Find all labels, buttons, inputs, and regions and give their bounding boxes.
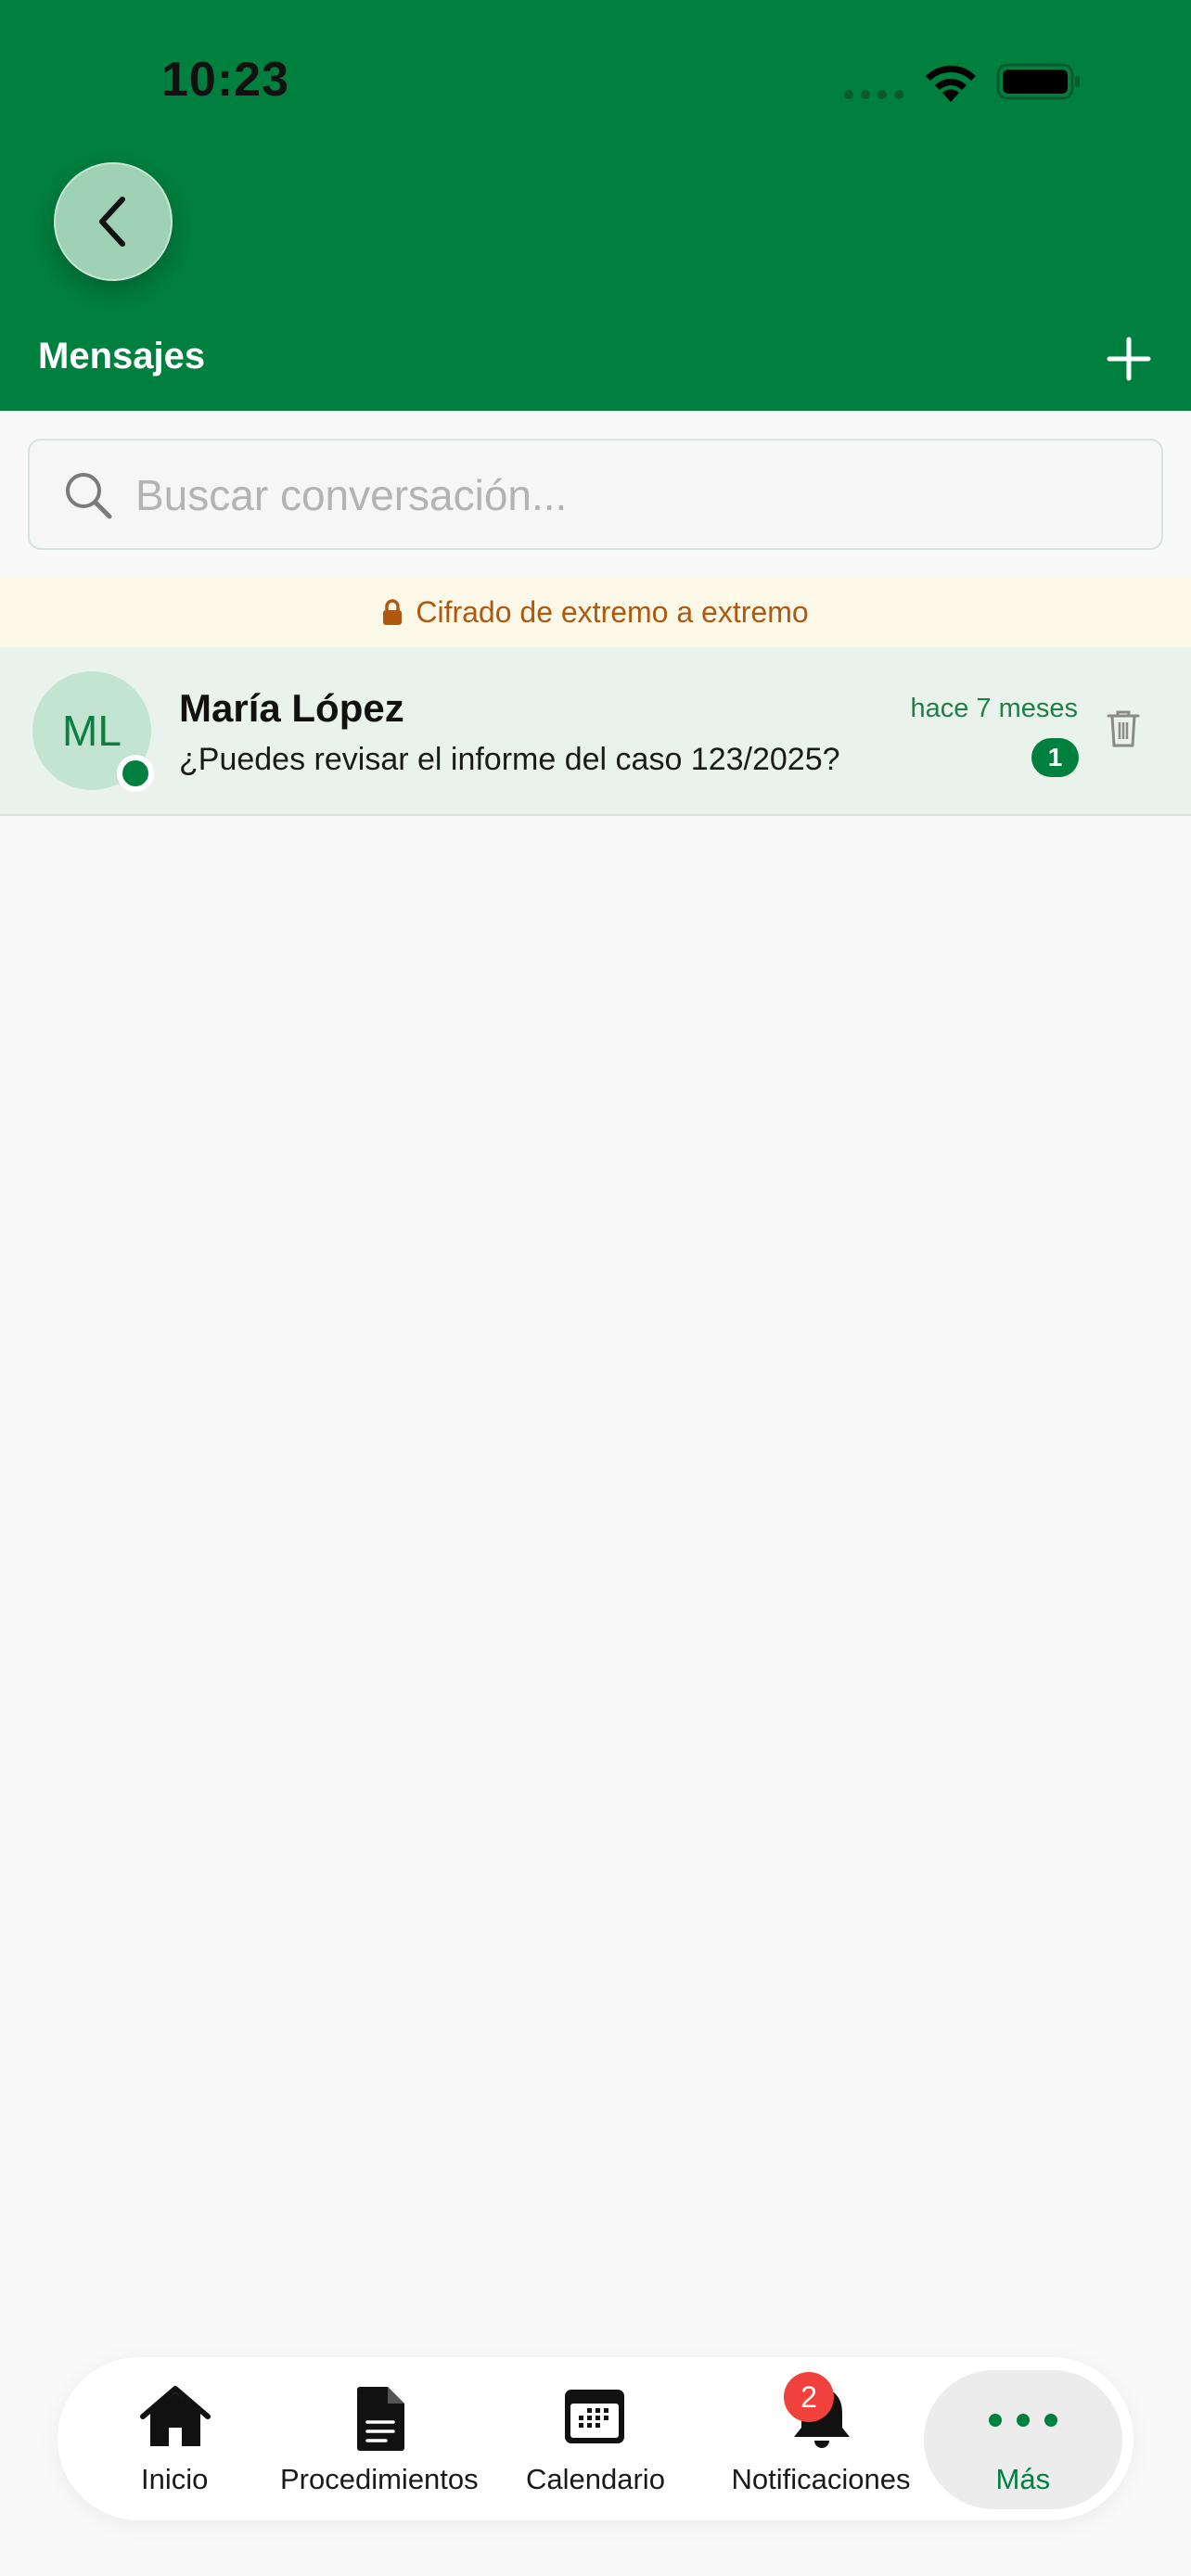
document-icon [357, 2387, 404, 2451]
status-time: 10:23 [161, 53, 289, 107]
tab-inicio[interactable]: Inicio [109, 2357, 239, 2520]
online-status-indicator [117, 755, 154, 792]
search-input[interactable] [135, 468, 1137, 522]
message-timestamp: hace 7 meses [910, 694, 1078, 723]
tab-procedimientos[interactable]: Procedimientos [273, 2357, 486, 2520]
encryption-text: Cifrado de extremo a extremo [416, 594, 809, 629]
tab-label-procedimientos: Procedimientos [280, 2463, 479, 2495]
tab-label-notificaciones: Notificaciones [731, 2463, 911, 2495]
home-icon [140, 2386, 211, 2446]
cellular-signal-icon [844, 90, 903, 99]
new-conversation-button[interactable] [1106, 336, 1152, 382]
message-preview: ¿Puedes revisar el informe del caso 123/… [179, 742, 840, 777]
trash-icon[interactable] [1107, 708, 1140, 747]
search-bar [28, 439, 1163, 550]
page-title: Mensajes [38, 336, 206, 376]
calendar-icon [565, 2390, 624, 2443]
tab-mas[interactable]: Más [970, 2357, 1076, 2520]
wifi-icon [926, 65, 976, 102]
tab-label-calendario: Calendario [526, 2463, 665, 2495]
chevron-left-icon [99, 197, 125, 247]
back-button[interactable] [54, 162, 173, 281]
app-header: 10:23 Mensajes [0, 0, 1191, 411]
notification-count-badge: 2 [784, 2372, 834, 2422]
bottom-tab-bar: Inicio Procedimientos Calendario Notific… [58, 2357, 1133, 2520]
more-icon [989, 2414, 1057, 2427]
search-icon [66, 473, 112, 519]
avatar-initials: ML [62, 707, 122, 755]
unread-count-badge: 1 [1031, 738, 1079, 777]
encryption-banner: Cifrado de extremo a extremo [0, 577, 1191, 647]
contact-name: María López [179, 686, 404, 730]
lock-icon [383, 599, 403, 625]
tab-label-inicio: Inicio [141, 2463, 209, 2495]
conversation-row[interactable]: ML María López ¿Puedes revisar el inform… [0, 647, 1191, 816]
tab-label-mas: Más [995, 2463, 1051, 2495]
tab-calendario[interactable]: Calendario [523, 2357, 668, 2520]
battery-icon [996, 63, 1080, 100]
